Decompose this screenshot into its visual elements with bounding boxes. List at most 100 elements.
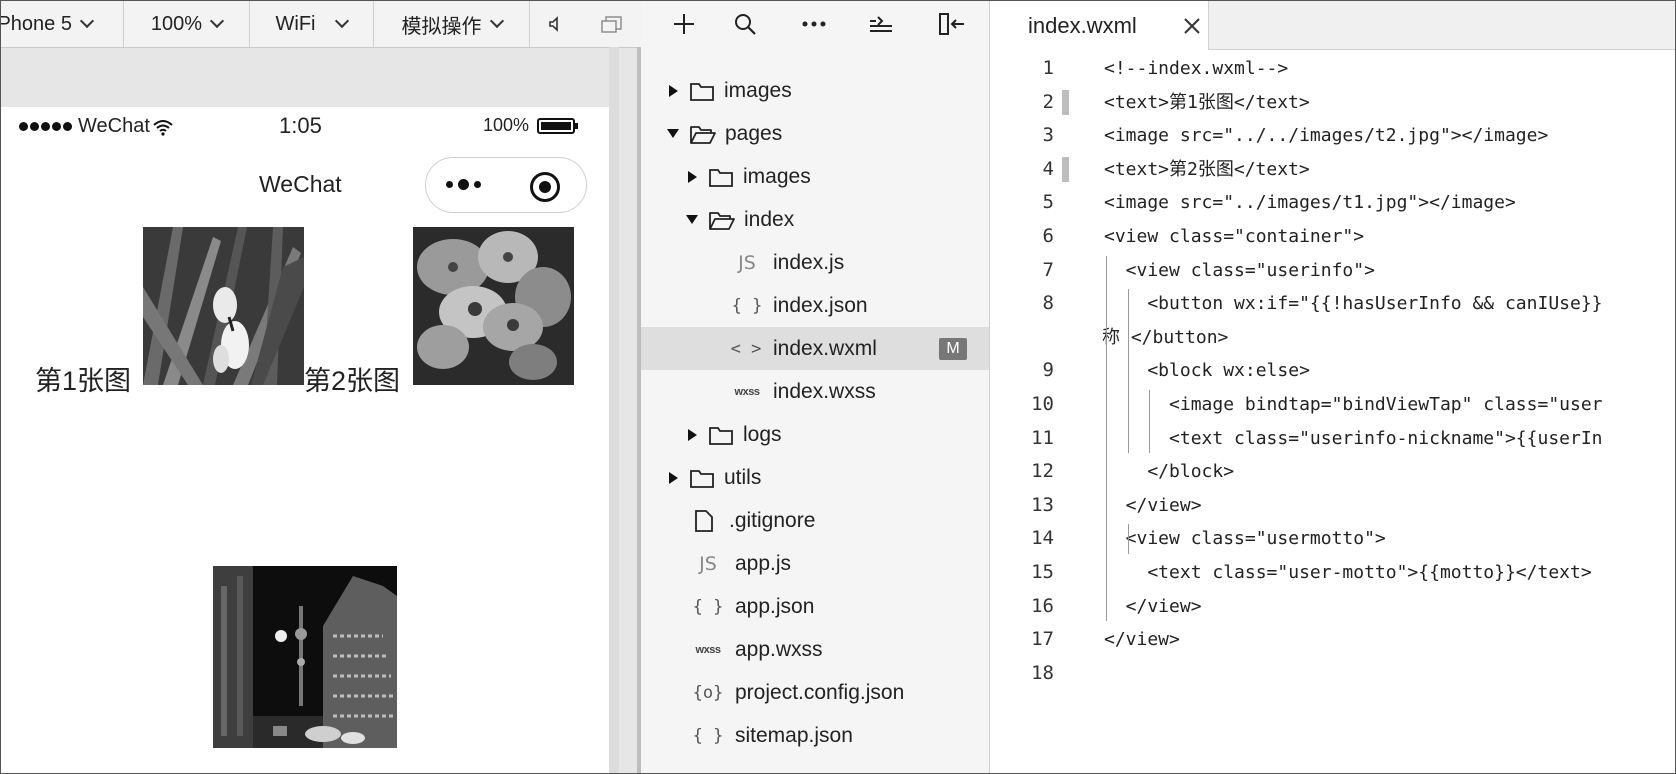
- code-line[interactable]: 5 <image src="../images/t1.jpg"></image>: [990, 186, 1675, 219]
- code-text: <image bindtap="bindViewTap" class="user: [1104, 394, 1603, 415]
- search-icon[interactable]: [733, 12, 757, 41]
- line-number: 8: [1042, 292, 1054, 315]
- signal-icon: [19, 122, 72, 131]
- folder-icon: [690, 469, 714, 488]
- line-number: 17: [1031, 628, 1054, 651]
- code-line[interactable]: 7 <view class="userinfo">: [990, 254, 1675, 287]
- tab-index-wxml[interactable]: index.wxml: [990, 1, 1209, 50]
- code-line[interactable]: 13 </view>: [990, 489, 1675, 522]
- simulator-scrollbar[interactable]: [609, 47, 619, 773]
- config-file-icon: {o}: [692, 682, 724, 703]
- tree-folder-images[interactable]: images: [641, 69, 989, 112]
- split-icon[interactable]: [938, 11, 968, 42]
- code-line[interactable]: 3 <image src="../../images/t2.jpg"></imag…: [990, 119, 1675, 152]
- caret-right-icon: [669, 471, 678, 484]
- zoom-label: 100%: [150, 12, 203, 35]
- code-text: <!--index.wxml-->: [1104, 58, 1289, 79]
- tree-folder-pages[interactable]: pages: [641, 112, 989, 155]
- code-text: <image src="../../images/t2.jpg"></image…: [1104, 125, 1549, 147]
- device-select[interactable]: iPhone 5: [1, 1, 124, 47]
- speaker-icon[interactable]: [547, 15, 565, 33]
- plus-icon[interactable]: [672, 12, 696, 41]
- code-text: <image src="../images/t1.jpg"></image>: [1104, 192, 1516, 214]
- chevron-down-icon: [489, 13, 504, 29]
- operation-select[interactable]: 模拟操作: [374, 1, 530, 47]
- line-number: 2: [1042, 90, 1054, 113]
- tree-file-index-wxml[interactable]: < > index.wxml M: [641, 327, 989, 370]
- line-number: 12: [1031, 460, 1054, 483]
- network-select[interactable]: WiFi: [250, 1, 374, 47]
- code-line[interactable]: 11 <text class="userinfo-nickname">{{use…: [990, 422, 1675, 455]
- wxml-file-icon: < >: [730, 338, 762, 359]
- code-text: </view>: [1104, 595, 1202, 617]
- code-line[interactable]: 8 <button wx:if="{{!hasUserInfo && canIU…: [990, 287, 1675, 320]
- status-bar: WeChat 1:05 100%: [1, 107, 609, 147]
- simulator-toolbar-icons: [530, 1, 641, 47]
- indent-guide: [1127, 524, 1129, 554]
- code-line[interactable]: 9 <block wx:else>: [990, 354, 1675, 387]
- tree-folder-utils[interactable]: utils: [641, 456, 989, 499]
- line-number: 13: [1031, 493, 1054, 516]
- more-dots-icon[interactable]: [446, 179, 481, 190]
- code-line[interactable]: 10 <image bindtap="bindViewTap" class="u…: [990, 388, 1675, 421]
- devtools-window: iPhone 5 100% WiFi 模拟操作: [0, 0, 1676, 774]
- code-line[interactable]: 15 <text class="user-motto">{{motto}}</t…: [990, 556, 1675, 589]
- image-city-night: [213, 566, 397, 748]
- code-editor: index.wxml 1 <!--index.wxml--> 2 <text>第1张图…: [990, 1, 1675, 773]
- tree-file-app-wxss[interactable]: wxss app.wxss: [641, 628, 989, 671]
- code-line[interactable]: 1 <!--index.wxml-->: [990, 52, 1675, 85]
- close-icon[interactable]: [1182, 16, 1202, 36]
- more-icon[interactable]: [801, 14, 827, 39]
- code-line[interactable]: 14 <view class="usermotto">: [990, 522, 1675, 555]
- window-icon[interactable]: [600, 14, 624, 34]
- code-line[interactable]: 称 </button>: [990, 321, 1675, 354]
- caret-down-icon: [667, 129, 679, 138]
- code-line[interactable]: 17 </view>: [990, 623, 1675, 656]
- code-text: </view>: [1104, 629, 1180, 651]
- tree-item-label: index.json: [773, 293, 868, 317]
- code-line[interactable]: 6 <view class="container">: [990, 220, 1675, 253]
- code-text: <block wx:else>: [1104, 360, 1310, 382]
- change-marker: [1062, 156, 1069, 182]
- network-label: WiFi: [275, 12, 316, 35]
- file-icon: [695, 509, 713, 532]
- line-number: 9: [1042, 359, 1054, 382]
- code-line[interactable]: 12 </block>: [990, 455, 1675, 488]
- code-line[interactable]: 2 <text>第1张图</text>: [990, 86, 1675, 119]
- code-text: <view class="usermotto">: [1104, 528, 1386, 550]
- tree-item-label: images: [743, 164, 811, 188]
- tree-folder-index[interactable]: index: [641, 198, 989, 241]
- tree-file-project-config[interactable]: {o} project.config.json: [641, 671, 989, 714]
- wxss-file-icon: wxss: [695, 643, 721, 656]
- device-label: iPhone 5: [1, 12, 72, 35]
- code-line[interactable]: 18: [990, 657, 1675, 690]
- close-miniprogram-icon[interactable]: [530, 172, 560, 202]
- code-text: <text class="userinfo-nickname">{{userIn: [1104, 427, 1603, 449]
- code-text: <button wx:if="{{!hasUserInfo && canIUse…: [1104, 293, 1603, 315]
- file-explorer: images pages images index JS index.js { …: [641, 1, 990, 773]
- tree-folder-logs[interactable]: logs: [641, 413, 989, 456]
- sort-icon[interactable]: [868, 13, 894, 40]
- code-line[interactable]: 4 <text>第2张图</text>: [990, 153, 1675, 186]
- line-number: 3: [1042, 124, 1054, 147]
- indent-guide: [1127, 289, 1129, 454]
- js-file-icon: JS: [699, 552, 717, 575]
- caption-first-image: 第1张图: [35, 366, 132, 396]
- tree-item-label: app.wxss: [735, 637, 823, 661]
- wifi-icon: [153, 119, 173, 136]
- change-marker: [1062, 89, 1069, 115]
- tree-file-gitignore[interactable]: .gitignore: [641, 499, 989, 542]
- simulator-pane: iPhone 5 100% WiFi 模拟操作: [1, 1, 641, 773]
- line-number: 4: [1042, 157, 1054, 180]
- tree-folder-pages-images[interactable]: images: [641, 155, 989, 198]
- code-line[interactable]: 16 </view>: [990, 590, 1675, 623]
- tree-file-sitemap[interactable]: { } sitemap.json: [641, 714, 989, 757]
- tree-file-index-js[interactable]: JS index.js: [641, 241, 989, 284]
- tree-file-app-js[interactable]: JS app.js: [641, 542, 989, 585]
- image-flower-orchid: [413, 227, 574, 385]
- line-number: 16: [1031, 594, 1054, 617]
- tree-file-index-json[interactable]: { } index.json: [641, 284, 989, 327]
- zoom-select[interactable]: 100%: [124, 1, 250, 47]
- tree-file-app-json[interactable]: { } app.json: [641, 585, 989, 628]
- tree-file-index-wxss[interactable]: wxss index.wxss: [641, 370, 989, 413]
